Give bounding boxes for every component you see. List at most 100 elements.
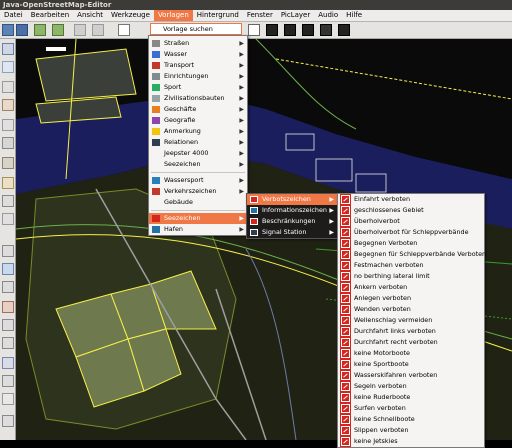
parallel-tool-icon[interactable] (2, 137, 14, 149)
preset-category-label: Einrichtungen (164, 72, 209, 80)
seamark-category-item[interactable]: Verbotszeichen ▶ (247, 194, 337, 205)
menu-werkzeuge[interactable]: Werkzeuge (107, 10, 154, 21)
menu-vorlagen[interactable]: Vorlagen (153, 10, 193, 21)
seamark-category-item[interactable]: Informationszeichen ▶ (247, 205, 337, 216)
relations-toggle-icon[interactable] (2, 301, 14, 313)
download-icon[interactable] (52, 24, 64, 36)
bus-icon[interactable] (284, 24, 296, 36)
prohibition-sign-item[interactable]: Wasserskifahren verboten (338, 370, 484, 381)
prohibition-sign-item[interactable]: Überholverbot für Schleppverbände (338, 227, 484, 238)
validator-toggle-icon[interactable] (2, 357, 14, 369)
seamark-category-item[interactable]: Beschränkungen ▶ (247, 216, 337, 227)
preset-category-item[interactable]: Jeepster 4000 ▶ (149, 148, 247, 159)
preset-category-item[interactable]: Anmerkung ▶ (149, 126, 247, 137)
seamark-category-item[interactable]: Signal Station ▶ (247, 227, 337, 238)
preset-category-item[interactable]: Relationen ▶ (149, 137, 247, 148)
command-stack-toggle-icon[interactable] (2, 415, 14, 427)
car-icon[interactable] (266, 24, 278, 36)
prohibition-sign-item[interactable]: geschlossenes Gebiet (338, 205, 484, 216)
upload-icon[interactable] (34, 24, 46, 36)
hand-icon[interactable] (248, 24, 260, 36)
menu-ansicht[interactable]: Ansicht (73, 10, 107, 21)
preset-category-item[interactable]: Geografie ▶ (149, 115, 247, 126)
prohibition-sign-item[interactable]: Durchfahrt links verboten (338, 326, 484, 337)
preset-search-item[interactable]: Vorlage suchen (150, 23, 242, 35)
prohibition-sign-item[interactable]: keine Motorboote (338, 348, 484, 359)
improve-way-tool-icon[interactable] (2, 177, 14, 189)
prohibition-sign-label: Slippen verboten (354, 426, 409, 434)
preset-category-item[interactable]: Wassersport ▶ (149, 175, 247, 186)
factory-icon[interactable] (338, 24, 350, 36)
preset-category-item[interactable]: Sport ▶ (149, 82, 247, 93)
open-icon[interactable] (2, 24, 14, 36)
prohibition-sign-item[interactable]: Durchfahrt recht verboten (338, 337, 484, 348)
prohibition-sign-item[interactable]: keine Ruderboote (338, 392, 484, 403)
zoom-tool-icon[interactable] (2, 99, 14, 111)
zoom-icon[interactable] (118, 24, 130, 36)
prohibition-sign-item[interactable]: keine Jetskies (338, 436, 484, 447)
prohibition-sign-item[interactable]: Wellenschlag vermeiden (338, 315, 484, 326)
prohibition-sign-item[interactable]: Wenden verboten (338, 304, 484, 315)
preset-category-item[interactable]: Transport ▶ (149, 60, 247, 71)
preset-category-item[interactable]: Straßen ▶ (149, 38, 247, 49)
history-toggle-icon[interactable] (2, 319, 14, 331)
traffic-sign-icon (152, 188, 160, 195)
prohibition-sign-item[interactable]: no berthing lateral limit (338, 271, 484, 282)
submenu-arrow-icon: ▶ (329, 229, 334, 236)
preset-category-item[interactable]: Wasser ▶ (149, 49, 247, 60)
menu-audio[interactable]: Audio (314, 10, 342, 21)
prohibition-sign-item[interactable]: keine Sportboote (338, 359, 484, 370)
preset-category-item[interactable]: Hafen ▶ (149, 224, 247, 235)
prohibition-sign-item[interactable]: Slippen verboten (338, 425, 484, 436)
redo-icon[interactable] (92, 24, 104, 36)
prohibition-sign-item[interactable]: Anlegen verboten (338, 293, 484, 304)
layers-toggle-icon[interactable] (2, 245, 14, 257)
measure-tool-icon[interactable] (2, 213, 14, 225)
lasso-tool-icon[interactable] (2, 61, 14, 73)
prohibition-sign-item[interactable]: Festmachen verboten (338, 260, 484, 271)
preset-category-item[interactable]: Gebäude (149, 197, 247, 208)
filter-toggle-icon[interactable] (2, 375, 14, 387)
undo-icon[interactable] (74, 24, 86, 36)
author-toggle-icon[interactable] (2, 393, 14, 405)
properties-toggle-icon[interactable] (2, 263, 14, 275)
preset-category-label: Geografie (164, 116, 196, 124)
conflict-toggle-icon[interactable] (2, 337, 14, 349)
prohibition-sign-item[interactable]: Überholverbot (338, 216, 484, 227)
preset-category-item[interactable]: Verkehrszeichen ▶ (149, 186, 247, 197)
extrude-tool-icon[interactable] (2, 157, 14, 169)
prohibition-sign-label: Begegnen für Schleppverbände Verboten (354, 250, 487, 258)
preset-category-item[interactable]: Zivilisationsbauten ▶ (149, 93, 247, 104)
menu-hilfe[interactable]: Hilfe (342, 10, 366, 21)
prohibition-sign-item[interactable]: keine Schnellboote (338, 414, 484, 425)
prohibition-sign-item[interactable]: Segeln verboten (338, 381, 484, 392)
preset-category-item[interactable]: Geschäfte ▶ (149, 104, 247, 115)
seamark-category-label: Signal Station (262, 228, 307, 236)
prohibition-sign-item[interactable]: Ankern verboten (338, 282, 484, 293)
selection-list-toggle-icon[interactable] (2, 281, 14, 293)
preset-category-item[interactable]: Einrichtungen ▶ (149, 71, 247, 82)
prohibition-sign-item[interactable]: Einfahrt verboten (338, 194, 484, 205)
draw-tool-icon[interactable] (2, 81, 14, 93)
split-tool-icon[interactable] (2, 195, 14, 207)
transport-icon (152, 62, 160, 69)
image-icon[interactable] (320, 24, 332, 36)
menu-hintergrund[interactable]: Hintergrund (193, 10, 243, 21)
prohibition-sign-item[interactable]: Begegnen für Schleppverbände Verboten (338, 249, 487, 260)
preset-category-item[interactable]: Seezeichen ▶ (149, 213, 247, 224)
menu-piclayer[interactable]: PicLayer (277, 10, 314, 21)
seamark-category-icon (250, 196, 258, 203)
menu-bearbeiten[interactable]: Bearbeiten (27, 10, 73, 21)
select-tool-icon[interactable] (2, 43, 14, 55)
submenu-arrow-icon: ▶ (239, 128, 244, 135)
prohibition-sign-item[interactable]: Surfen verboten (338, 403, 484, 414)
menu-datei[interactable]: Datei (0, 10, 27, 21)
save-icon[interactable] (16, 24, 28, 36)
person-icon[interactable] (302, 24, 314, 36)
prohibition-sign-item[interactable]: Begegnen Verboten (338, 238, 484, 249)
preset-category-label: Sport (164, 83, 182, 91)
menu-fenster[interactable]: Fenster (243, 10, 277, 21)
preset-category-item[interactable]: Seezeichen ▶ (149, 159, 247, 170)
seamark-category-label: Verbotszeichen (262, 195, 311, 203)
delete-tool-icon[interactable] (2, 119, 14, 131)
